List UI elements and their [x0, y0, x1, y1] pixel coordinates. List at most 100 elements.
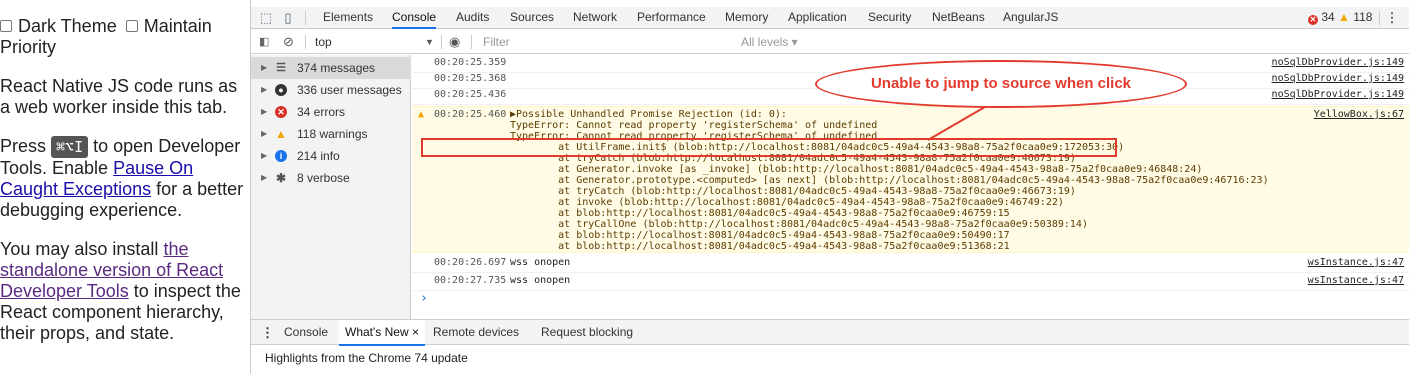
dark-theme-label: Dark Theme — [18, 16, 117, 36]
intro-text: React Native JS code runs as a web worke… — [0, 76, 238, 117]
console-sidebar: ▶ ☰ 374 messages ▶ ● 336 user messages ▶… — [251, 55, 411, 319]
stack-frame[interactable]: at blob:http://localhost:8081/04adc0c5-4… — [510, 230, 1010, 241]
warning-line[interactable]: ▶Possible Unhandled Promise Rejection (i… — [510, 109, 787, 120]
sidebar-item-label: 214 info — [297, 149, 340, 163]
console-prompt-row[interactable]: › — [412, 291, 1409, 307]
press-text: Press — [0, 136, 47, 156]
devtools-panel: ⬚ ▯ Elements Console Audits Sources Netw… — [250, 0, 1409, 374]
tab-angularjs[interactable]: AngularJS — [1003, 7, 1058, 29]
top-strip — [251, 0, 1409, 7]
tab-separator — [305, 11, 306, 25]
context-dropdown-arrow-icon[interactable]: ▼ — [425, 30, 434, 54]
expand-arrow-icon: ▶ — [261, 173, 268, 182]
drawer-tab-bar: ⋮ Console What's New × Remote devices Re… — [251, 319, 1409, 346]
annotation-callout-text: Unable to jump to source when click — [870, 75, 1132, 92]
log-timestamp: 00:20:25.460 — [434, 109, 507, 120]
log-levels-dropdown[interactable]: All levels ▾ — [741, 30, 798, 54]
prompt-chevron-icon: › — [420, 291, 428, 306]
stack-frame[interactable]: at Generator.prototype.<computed> [as ne… — [510, 175, 1268, 186]
tab-performance[interactable]: Performance — [637, 7, 706, 29]
warning-icon: ▲ — [275, 127, 287, 141]
toolbar-separator — [441, 35, 442, 49]
tab-audits[interactable]: Audits — [456, 7, 489, 29]
warning-source-link[interactable]: YellowBox.js:67 — [1314, 109, 1404, 120]
sidebar-item-user-messages[interactable]: ▶ ● 336 user messages — [251, 79, 411, 101]
theme-options: Dark Theme Maintain Priority — [0, 16, 250, 58]
sidebar-item-warnings[interactable]: ▶ ▲ 118 warnings — [251, 123, 411, 145]
drawer-menu-icon[interactable]: ⋮ — [261, 320, 274, 346]
drawer-tab-label: What's New — [345, 325, 409, 339]
warning-icon: ▲ — [418, 109, 425, 120]
sidebar-item-messages[interactable]: ▶ ☰ 374 messages — [251, 57, 411, 79]
annotation-highlight-box — [421, 138, 1117, 157]
sidebar-item-info[interactable]: ▶ i 214 info — [251, 145, 411, 167]
tab-memory[interactable]: Memory — [725, 7, 768, 29]
drawer-tab-request-blocking[interactable]: Request blocking — [541, 320, 633, 346]
stack-frame[interactable]: at tryCallOne (blob:http://localhost:808… — [510, 219, 1088, 230]
sidebar-item-label: 8 verbose — [297, 171, 350, 185]
toolbar-separator — [471, 35, 472, 49]
stack-frame[interactable]: at tryCatch (blob:http://localhost:8081/… — [510, 186, 1076, 197]
log-timestamp: 00:20:25.359 — [434, 57, 507, 68]
log-row: 00:20:27.735 wss onopen wsInstance.js:47 — [412, 273, 1409, 291]
bug-icon: ✱ — [275, 171, 287, 185]
tab-separator — [1379, 11, 1380, 25]
log-source-link[interactable]: noSqlDbProvider.js:149 — [1272, 89, 1404, 100]
warning-count: 118 — [1353, 10, 1373, 24]
more-options-icon[interactable]: ⋮ — [1383, 9, 1401, 27]
dark-theme-checkbox[interactable] — [0, 20, 12, 32]
expand-arrow-icon: ▶ — [261, 85, 268, 94]
tab-netbeans[interactable]: NetBeans — [932, 7, 985, 29]
expand-arrow-icon: ▶ — [261, 63, 268, 72]
devtools-instructions: Press ⌘⌥I to open Developer Tools. Enabl… — [0, 136, 250, 221]
log-timestamp: 00:20:25.368 — [434, 73, 507, 84]
filter-input[interactable]: Filter — [483, 30, 510, 54]
sidebar-item-errors[interactable]: ▶ ✕ 34 errors — [251, 101, 411, 123]
log-text: wss onopen — [510, 275, 571, 286]
expand-arrow-icon: ▶ — [261, 129, 268, 138]
tab-console[interactable]: Console — [392, 7, 437, 29]
log-source-link[interactable]: noSqlDbProvider.js:149 — [1272, 57, 1404, 68]
sidebar-item-verbose[interactable]: ▶ ✱ 8 verbose — [251, 167, 411, 189]
tab-network[interactable]: Network — [573, 7, 617, 29]
toolbar-separator — [305, 35, 306, 49]
inspect-element-icon[interactable]: ⬚ — [257, 9, 275, 27]
tab-elements[interactable]: Elements — [323, 7, 373, 29]
expand-arrow-icon: ▶ — [261, 151, 268, 160]
device-toolbar-icon[interactable]: ▯ — [279, 9, 297, 27]
drawer-tab-remote-devices[interactable]: Remote devices — [433, 320, 519, 346]
stack-frame[interactable]: at Generator.invoke [as _invoke] (blob:h… — [510, 164, 1202, 175]
context-select[interactable]: top — [315, 30, 332, 54]
annotation-callout: Unable to jump to source when click — [815, 60, 1187, 108]
tab-sources[interactable]: Sources — [510, 7, 554, 29]
log-source-link[interactable]: noSqlDbProvider.js:149 — [1272, 73, 1404, 84]
error-icon: ✕ — [275, 106, 287, 118]
close-tab-icon[interactable]: × — [412, 325, 419, 339]
clear-console-icon[interactable]: ⊘ — [283, 30, 294, 54]
log-timestamp: 00:20:26.697 — [434, 257, 507, 268]
log-source-link[interactable]: wsInstance.js:47 — [1308, 275, 1404, 286]
stack-frame[interactable]: at invoke (blob:http://localhost:8081/04… — [510, 197, 1064, 208]
drawer-tab-whats-new[interactable]: What's New × — [339, 320, 425, 346]
expand-arrow-icon: ▶ — [261, 107, 268, 116]
list-icon: ☰ — [276, 62, 286, 74]
toggle-sidebar-icon[interactable]: ◧ — [259, 30, 269, 54]
console-toolbar: ◧ ⊘ top ▼ ◉ Filter All levels ▾ — [251, 30, 1409, 54]
install-text: You may also install — [0, 239, 159, 259]
maintain-priority-checkbox[interactable] — [125, 20, 138, 32]
user-icon: ● — [275, 84, 287, 96]
issue-counters[interactable]: ✕ 34 ▲ 118 — [1308, 7, 1372, 29]
devtools-tab-bar: ⬚ ▯ Elements Console Audits Sources Netw… — [251, 7, 1409, 29]
sidebar-item-label: 336 user messages — [297, 83, 402, 97]
stack-frame[interactable]: at blob:http://localhost:8081/04adc0c5-4… — [510, 241, 1010, 252]
tab-security[interactable]: Security — [868, 7, 911, 29]
tab-application[interactable]: Application — [788, 7, 847, 29]
log-source-link[interactable]: wsInstance.js:47 — [1308, 257, 1404, 268]
sidebar-item-label: 34 errors — [297, 105, 346, 119]
log-timestamp: 00:20:27.735 — [434, 275, 507, 286]
stack-frame[interactable]: at blob:http://localhost:8081/04adc0c5-4… — [510, 208, 1010, 219]
log-text: wss onopen — [510, 257, 571, 268]
warning-line: TypeError: Cannot read property 'registe… — [510, 120, 878, 131]
drawer-tab-console[interactable]: Console — [284, 320, 328, 346]
eye-icon[interactable]: ◉ — [449, 30, 460, 54]
